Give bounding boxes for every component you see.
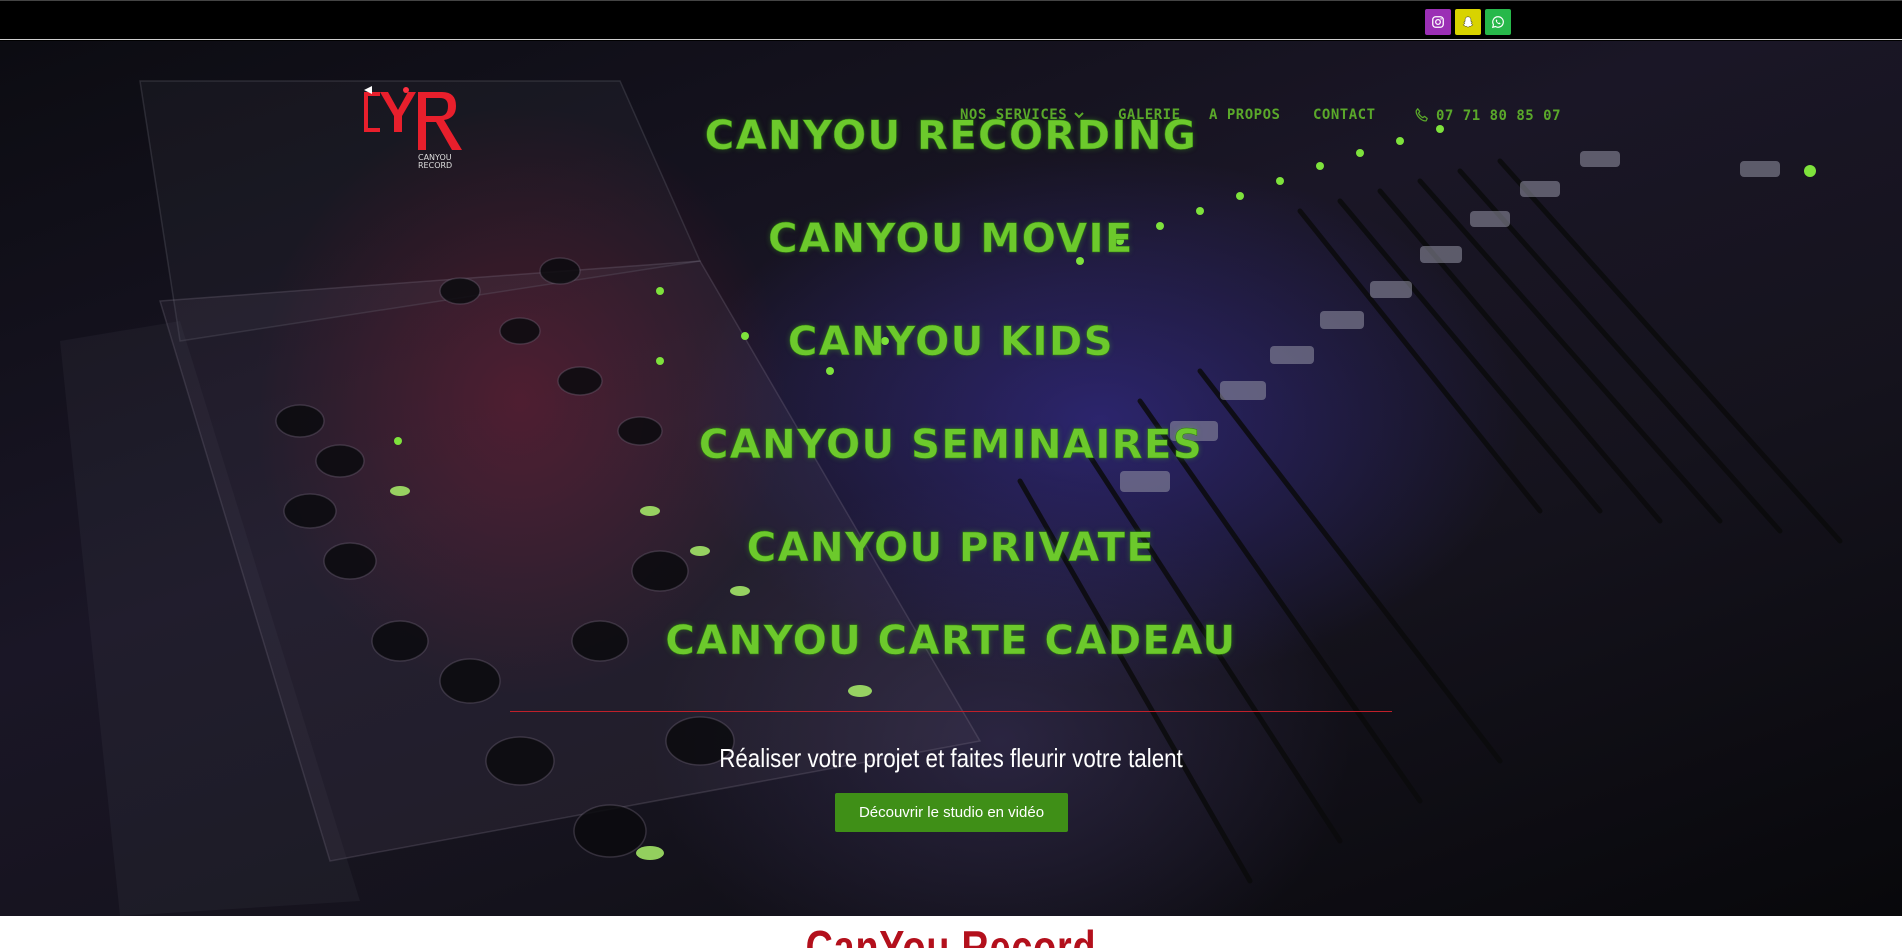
top-bar (0, 0, 1902, 40)
mixing-console-background (60, 80, 1843, 916)
section-divider (510, 711, 1392, 712)
hero-section: CANYOU RECORD NOS SERVICES GALERIE A PRO… (0, 41, 1902, 916)
snapchat-icon (1462, 16, 1474, 28)
service-kids[interactable]: CANYOU KIDS (0, 319, 1902, 366)
svg-text:RECORD: RECORD (418, 161, 452, 170)
discover-studio-video-button[interactable]: Découvrir le studio en vidéo (835, 793, 1068, 832)
service-recording[interactable]: CANYOU RECORDING (0, 113, 1902, 160)
next-section: CanYou Record (0, 916, 1902, 948)
snapchat-link[interactable] (1455, 9, 1481, 35)
service-private[interactable]: CANYOU PRIVATE (0, 525, 1902, 572)
tagline: Réaliser votre projet et faites fleurir … (719, 743, 1183, 773)
section-title: CanYou Record (805, 921, 1097, 948)
service-seminaires[interactable]: CANYOU SEMINAIRES (0, 422, 1902, 469)
instagram-link[interactable] (1425, 9, 1451, 35)
instagram-icon (1432, 16, 1444, 28)
whatsapp-icon (1491, 16, 1504, 29)
service-carte-cadeau[interactable]: CANYOU CARTE CADEAU (0, 618, 1902, 665)
whatsapp-link[interactable] (1485, 9, 1511, 35)
service-movie[interactable]: CANYOU MOVIE (0, 216, 1902, 263)
